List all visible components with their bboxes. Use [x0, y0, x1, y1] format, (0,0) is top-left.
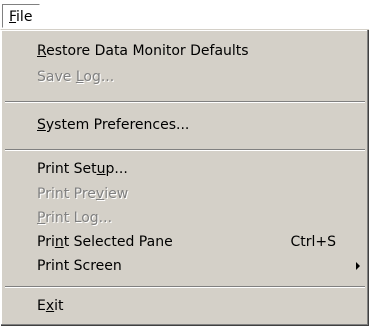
menu-item-label: Print Screen — [37, 258, 122, 274]
menu-item-save-log: Save Log... — [4, 65, 366, 89]
menu-item-label: ystem Preferences... — [45, 117, 190, 133]
menu-item-system-preferences[interactable]: System Preferences... — [4, 113, 366, 137]
menu-item-print-preview: Print Preview — [4, 182, 366, 206]
menu-item-mnemonic: S — [37, 117, 46, 133]
menu-item-label: rint Log... — [45, 210, 113, 226]
file-menu[interactable]: File — [2, 4, 40, 28]
menu-item-label: Save — [37, 69, 76, 85]
menu-item-label: Print Set — [37, 161, 97, 177]
menu-item-label: estore Data Monitor Defaults — [46, 43, 249, 59]
menu-item-mnemonic: R — [37, 43, 47, 59]
file-menu-mnemonic: F — [9, 9, 17, 25]
menu-item-mnemonic: n — [54, 234, 64, 250]
menu-item-label: t Selected Pane — [63, 234, 173, 250]
menu-item-label: Print Pre — [37, 186, 96, 202]
file-menu-label-suffix: ile — [16, 9, 33, 25]
menu-item-exit[interactable]: Exit — [4, 294, 366, 318]
menu-item-print-screen[interactable]: Print Screen — [4, 254, 366, 278]
menu-separator — [5, 149, 365, 151]
menu-item-label: p... — [105, 161, 128, 177]
file-dropdown-menu: Restore Data Monitor Defaults Save Log..… — [0, 29, 369, 326]
menu-item-mnemonic: P — [37, 210, 46, 226]
menu-item-print-log: Print Log... — [4, 206, 366, 230]
menu-item-label: E — [37, 298, 46, 314]
menu-item-label: Pri — [37, 234, 55, 250]
menu-item-label: iew — [104, 186, 129, 202]
menu-item-label: it — [54, 298, 64, 314]
shortcut-label: Ctrl+S — [290, 234, 336, 250]
menu-item-print-selected-pane[interactable]: Print Selected Pane Ctrl+S — [4, 230, 366, 254]
menu-item-label: og... — [83, 69, 115, 85]
menu-separator — [5, 101, 365, 103]
menu-separator — [5, 286, 365, 288]
menu-item-mnemonic: u — [96, 161, 106, 177]
menu-item-restore-defaults[interactable]: Restore Data Monitor Defaults — [4, 39, 366, 63]
menu-item-mnemonic: x — [45, 298, 55, 314]
menu-item-print-setup[interactable]: Print Setup... — [4, 157, 366, 181]
submenu-arrow-icon — [356, 262, 360, 270]
menu-item-mnemonic: v — [95, 186, 105, 202]
